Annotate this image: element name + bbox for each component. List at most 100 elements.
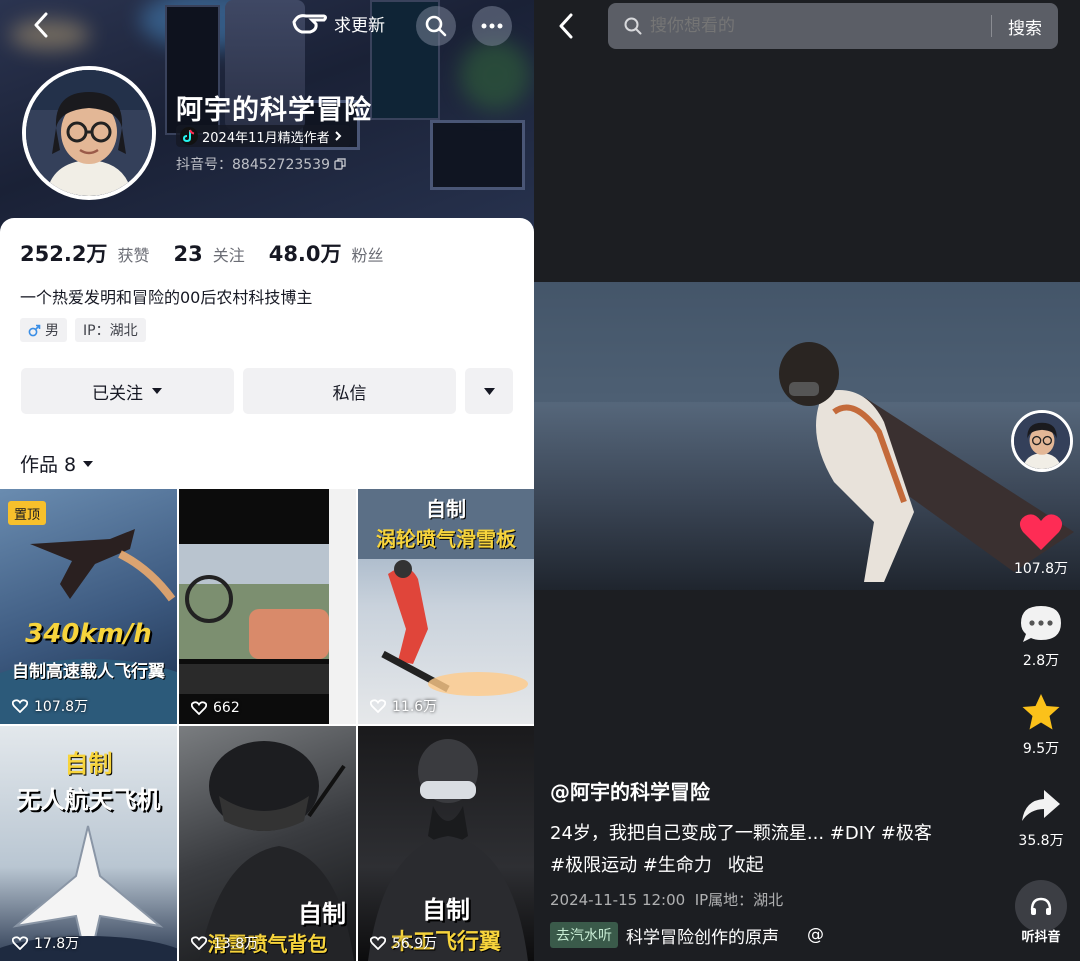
video-thumbnail[interactable]: 自制 木工飞行翼 56.9万 (358, 726, 534, 961)
following-count[interactable]: 23 (173, 242, 202, 266)
expand-more-button[interactable] (465, 368, 513, 414)
featured-creator-label: 2024年11月精选作者 (202, 130, 330, 146)
comment-count: 2.8万 (1022, 653, 1060, 669)
video-likes: 56.9万 (370, 933, 437, 953)
caret-down-icon (483, 387, 496, 396)
likes-count: 107.8万 (34, 699, 89, 715)
listen-button[interactable]: 听抖音 (1006, 880, 1076, 945)
video-thumbnail[interactable]: 662 (179, 489, 356, 724)
heart-outline-icon (370, 936, 386, 950)
video-likes: 662 (191, 700, 240, 716)
gender-tag: 男 (20, 318, 67, 342)
music-row[interactable]: 去汽水听 科学冒险创作的原声 @ (550, 922, 932, 948)
more-button[interactable] (472, 6, 512, 46)
video-thumbnail[interactable]: 自制 涡轮喷气滑雪板 11.6万 (358, 489, 534, 724)
works-tab[interactable]: 作品 8 (20, 450, 94, 477)
ip-label: IP：湖北 (83, 323, 138, 339)
listen-badge (1015, 880, 1067, 932)
music-author-at: @ (807, 925, 824, 945)
avatar-portrait-icon (1014, 413, 1070, 469)
heart-filled-icon (1018, 512, 1064, 552)
screenshot-root: 求更新 阿宇的科学冒险 2024年11月精选作者 抖音号：88452723539… (0, 0, 1080, 961)
video-frame[interactable] (534, 282, 1080, 590)
douyin-id[interactable]: 抖音号：88452723539 (176, 154, 346, 174)
thumbnail-headline: 自制 (422, 896, 470, 924)
video-likes: 107.8万 (12, 696, 88, 716)
pinned-badge: 置顶 (8, 501, 47, 525)
share-count: 35.8万 (1018, 833, 1064, 849)
video-likes: 13.8万 (191, 933, 258, 953)
collapse-button[interactable]: 收起 (728, 855, 764, 876)
gender-label: 男 (45, 323, 59, 339)
heart-outline-icon (12, 699, 28, 713)
music-title: 科学冒险创作的原声 (626, 927, 779, 948)
douyin-id-text: 抖音号：88452723539 (176, 157, 330, 173)
search-bar: 搜索 (608, 3, 1058, 49)
like-count: 107.8万 (1013, 561, 1069, 577)
profile-tags: 男 IP：湖北 (20, 318, 146, 342)
request-update-button[interactable]: 求更新 (290, 8, 385, 38)
comment-button[interactable]: 2.8万 (1006, 604, 1076, 670)
male-icon (28, 324, 41, 337)
profile-screen: 求更新 阿宇的科学冒险 2024年11月精选作者 抖音号：88452723539… (0, 0, 534, 961)
caption-author[interactable]: @阿宇的科学冒险 (550, 776, 932, 805)
featured-creator-badge[interactable]: 2024年11月精选作者 (176, 125, 350, 147)
comment-icon (1019, 604, 1063, 644)
works-grid: 置顶 340km/h 自制高速载人飞行翼 107.8万 662 自制 涡轮喷气滑… (0, 489, 534, 961)
back-icon[interactable] (26, 10, 56, 40)
search-input[interactable] (642, 3, 991, 49)
video-thumbnail[interactable]: 自制 无人航天飞机 17.8万 (0, 726, 177, 961)
profile-bio: 一个热爱发明和冒险的00后农村科技博主 (20, 288, 313, 307)
video-thumbnail[interactable]: 置顶 340km/h 自制高速载人飞行翼 107.8万 (0, 489, 177, 724)
like-button[interactable]: 107.8万 (1006, 512, 1076, 578)
message-button[interactable]: 私信 (243, 368, 456, 414)
wingsuit-flyer-icon (534, 282, 1080, 582)
favorite-button[interactable]: 9.5万 (1006, 692, 1076, 758)
likes-count: 252.2万 (20, 242, 108, 266)
profile-name: 阿宇的科学冒险 (176, 95, 372, 126)
likes-count: 17.8万 (34, 936, 80, 952)
hand-point-icon (290, 8, 330, 38)
favorite-count: 9.5万 (1022, 741, 1060, 757)
back-icon[interactable] (550, 10, 582, 42)
search-submit-button[interactable]: 搜索 (992, 14, 1058, 39)
thumbnail-headline: 自制 (64, 750, 113, 778)
thumbnail-headline: 自制 (426, 497, 466, 521)
search-icon (425, 15, 447, 37)
video-caption: @阿宇的科学冒险 24岁，我把自己变成了一颗流星... #DIY #极客 #极限… (550, 776, 932, 948)
heart-outline-icon (191, 936, 207, 950)
search-icon (624, 17, 642, 35)
followers-count[interactable]: 48.0万 (269, 238, 342, 268)
caption-line1: 24岁，我把自己变成了一颗流星... #DIY #极客 (550, 823, 932, 844)
heart-outline-icon (370, 699, 386, 713)
thumbnail-subtitle: 无人航天飞机 (16, 786, 161, 814)
caption-meta: 2024-11-15 12:00 IP属地：湖北 (550, 891, 784, 909)
caption-hashtags[interactable]: #极限运动 #生命力 (550, 855, 712, 876)
profile-header-banner: 求更新 阿宇的科学冒险 2024年11月精选作者 抖音号：88452723539 (0, 0, 534, 232)
author-avatar-button[interactable] (1007, 410, 1077, 472)
video-likes: 11.6万 (370, 696, 437, 716)
profile-stats: 252.2万 获赞 23 关注 48.0万 粉丝 (20, 238, 398, 268)
share-button[interactable]: 35.8万 (1006, 788, 1076, 850)
request-update-label: 求更新 (334, 15, 385, 36)
likes-label: 获赞 (117, 246, 150, 265)
followed-button[interactable]: 已关注 (21, 368, 234, 414)
followers-label[interactable]: 粉丝 (352, 242, 384, 266)
video-thumbnail[interactable]: 自制 滑雪喷气背包 13.8万 (179, 726, 356, 961)
share-arrow-icon (1020, 788, 1062, 824)
profile-top-bar: 求更新 (0, 0, 534, 50)
following-label[interactable]: 关注 (213, 242, 245, 266)
listen-label: 听抖音 (1021, 930, 1061, 945)
chevron-right-icon (334, 130, 342, 142)
likes-count: 11.6万 (392, 699, 438, 715)
star-icon (1020, 692, 1062, 732)
thumbnail-subtitle: 自制高速载人飞行翼 (12, 662, 165, 682)
profile-avatar[interactable] (22, 66, 156, 200)
caret-down-icon (151, 387, 163, 395)
ip-tag: IP：湖北 (75, 318, 146, 342)
bicycle-thumbnail-icon (179, 489, 356, 724)
qishui-listen-tag[interactable]: 去汽水听 (550, 922, 618, 948)
search-button[interactable] (416, 6, 456, 46)
tiktok-logo-icon (180, 127, 198, 145)
likes-count: 13.8万 (213, 936, 259, 952)
